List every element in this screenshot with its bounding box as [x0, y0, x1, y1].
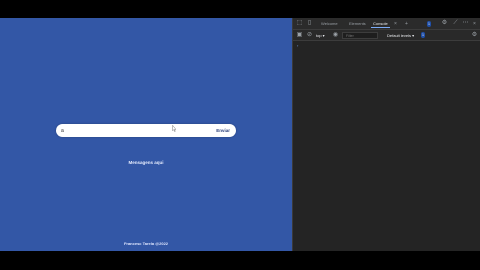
- close-devtools-icon[interactable]: ×: [473, 20, 476, 28]
- filter-input[interactable]: [342, 32, 378, 39]
- devtools-tabbar: ⬚ ▯ Welcome Elements Console × + 1 ⚙ ⟋ ⋯…: [293, 18, 480, 30]
- message-form: Enviar: [56, 124, 236, 137]
- context-selector[interactable]: top ▾: [316, 32, 325, 39]
- gear-icon[interactable]: ⚙: [441, 20, 448, 27]
- more-options-icon[interactable]: ⋯: [462, 20, 469, 27]
- top-letterbox: [0, 0, 480, 18]
- messages-link[interactable]: Mensagens aqui: [96, 160, 196, 165]
- footer-credit: Francesc Tarela @2022: [123, 241, 169, 246]
- app-viewport: Enviar Mensagens aqui Francesc Tarela @2…: [0, 18, 292, 251]
- inspect-element-icon[interactable]: ⬚: [296, 20, 303, 27]
- sidebar-toggle-icon[interactable]: ▣: [296, 32, 303, 39]
- screen-frame: Enviar Mensagens aqui Francesc Tarela @2…: [0, 0, 480, 270]
- add-tab-icon[interactable]: +: [405, 20, 408, 28]
- issues-badge[interactable]: 1: [427, 21, 431, 27]
- close-tab-icon[interactable]: ×: [394, 20, 397, 28]
- console-settings-icon[interactable]: ⚙: [471, 32, 478, 39]
- message-input[interactable]: [61, 126, 201, 135]
- text-cursor-icon: [172, 125, 176, 132]
- clear-console-icon[interactable]: ⊘: [306, 32, 313, 39]
- console-toolbar: ▣ ⊘ top ▾ ◉ Default levels ▾ 1 ⚙: [293, 30, 480, 41]
- tab-elements[interactable]: Elements: [347, 20, 368, 28]
- device-toolbar-icon[interactable]: ▯: [306, 20, 313, 27]
- tab-welcome[interactable]: Welcome: [319, 20, 340, 28]
- tab-console[interactable]: Console: [371, 20, 390, 28]
- send-button[interactable]: Enviar: [216, 126, 230, 135]
- eye-icon[interactable]: ◉: [332, 32, 339, 39]
- messages-badge[interactable]: 1: [421, 32, 425, 38]
- console-output[interactable]: ›: [293, 41, 480, 251]
- feedback-icon[interactable]: ⟋: [452, 20, 459, 27]
- log-levels-dropdown[interactable]: Default levels ▾: [387, 32, 414, 39]
- console-prompt: ›: [297, 43, 299, 48]
- bottom-letterbox: [0, 251, 480, 270]
- devtools-panel: ⬚ ▯ Welcome Elements Console × + 1 ⚙ ⟋ ⋯…: [292, 18, 480, 251]
